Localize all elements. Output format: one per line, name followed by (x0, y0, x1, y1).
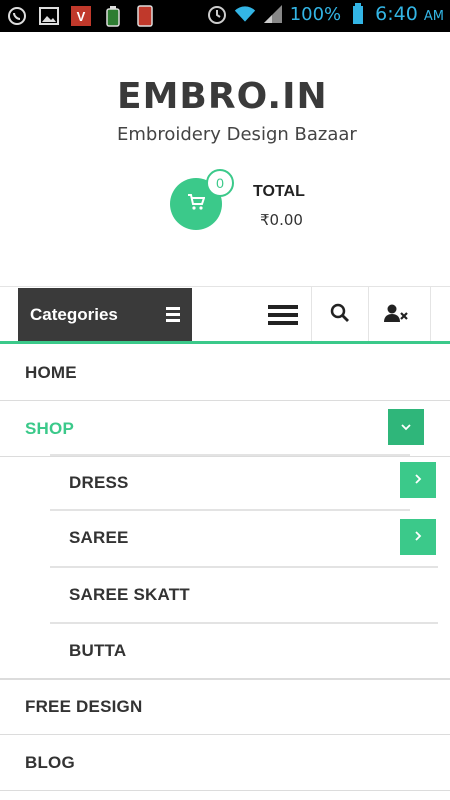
menu-toggle-button[interactable] (254, 287, 311, 343)
chevron-right-icon (413, 470, 423, 490)
menu-item-saree-skatt[interactable]: SAREE SKATT (0, 568, 450, 622)
battery-percent: 100% (289, 3, 342, 25)
site-title[interactable]: EMBRO.IN (117, 76, 328, 117)
dress-expand-button[interactable] (400, 462, 436, 498)
cart-icon (187, 193, 206, 215)
menu-item-label: SAREE SKATT (69, 585, 190, 604)
battery-saver-icon (102, 5, 124, 27)
cart-total-label: TOTAL (253, 183, 305, 200)
menu-item-shop[interactable]: SHOP (0, 401, 450, 457)
saree-expand-button[interactable] (400, 519, 436, 555)
clock-time: 6:40 (375, 3, 418, 25)
status-bar: V 100% 6:40 AM (0, 0, 450, 32)
cart-total-value: ₹0.00 (260, 211, 303, 229)
account-button[interactable] (368, 287, 425, 343)
menu-item-butta[interactable]: BUTTA (0, 624, 450, 678)
menu-item-label: BUTTA (69, 641, 127, 660)
gallery-icon (38, 5, 60, 27)
menu-item-home[interactable]: HOME (0, 345, 450, 401)
phone-app-icon (134, 5, 156, 27)
menu-item-label: DRESS (69, 473, 129, 492)
nav-edge (430, 287, 450, 343)
categories-button[interactable]: Categories (18, 288, 192, 341)
menu-item-dress[interactable]: DRESS (0, 456, 450, 510)
menu-item-saree[interactable]: SAREE (0, 511, 450, 565)
menu-item-free-design[interactable]: FREE DESIGN (0, 680, 450, 735)
chevron-down-icon (400, 417, 412, 437)
chevron-right-icon (413, 527, 423, 547)
categories-label: Categories (30, 304, 118, 324)
list-icon (166, 307, 180, 325)
signal-icon (262, 3, 284, 25)
clock: 6:40 AM (375, 3, 444, 25)
clock-ampm: AM (423, 9, 444, 24)
svg-text:V: V (77, 9, 86, 24)
menu-item-label: SHOP (25, 418, 74, 438)
menu-item-label: SAREE (69, 528, 129, 547)
hamburger-icon (267, 301, 298, 329)
menu-item-blog[interactable]: BLOG (0, 735, 450, 791)
alarm-icon (206, 3, 228, 25)
menu-item-label: BLOG (25, 752, 75, 772)
cart-count-badge: 0 (206, 169, 234, 197)
wifi-icon (234, 3, 256, 25)
search-button[interactable] (311, 287, 368, 343)
whatsapp-icon (6, 5, 28, 27)
nav-accent-line (0, 341, 450, 344)
nav-bar: Categories (0, 286, 450, 343)
menu-item-label: HOME (25, 362, 77, 382)
vivo-icon: V (70, 5, 92, 27)
user-icon (384, 303, 410, 328)
battery-icon (347, 3, 369, 25)
shop-collapse-button[interactable] (388, 409, 424, 445)
site-tagline: Embroidery Design Bazaar (117, 124, 357, 145)
menu-item-label: FREE DESIGN (25, 697, 143, 716)
search-icon (330, 303, 350, 328)
